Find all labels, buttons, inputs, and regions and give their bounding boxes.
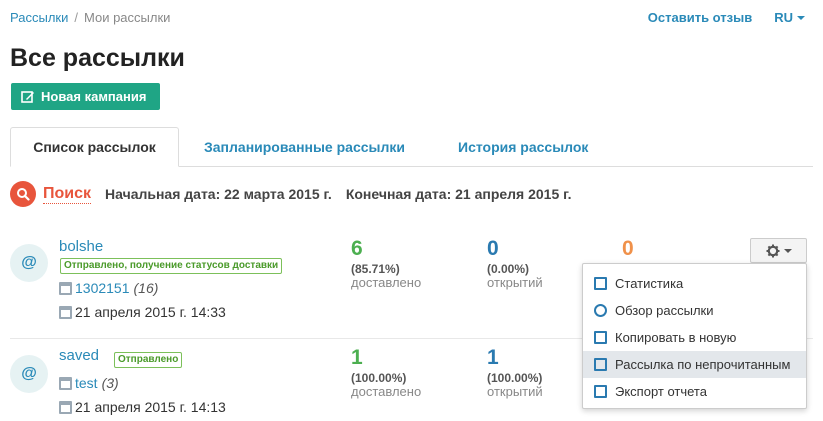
opened-stat: 1 (100.00%) открытий xyxy=(487,345,597,399)
tab-scheduled[interactable]: Запланированные рассылки xyxy=(204,127,405,167)
header-actions: Оставить отзыв RU xyxy=(648,10,805,25)
eye-icon xyxy=(594,304,607,317)
opened-pct: (100.00%) xyxy=(487,371,543,385)
gear-icon xyxy=(766,244,779,257)
breadcrumb-root-link[interactable]: Рассылки xyxy=(10,10,68,25)
language-selector[interactable]: RU xyxy=(774,10,805,25)
breadcrumb-separator: / xyxy=(74,9,78,25)
at-icon: @ xyxy=(10,355,48,393)
list-count: (16) xyxy=(133,280,159,296)
breadcrumb-current: Мои рассылки xyxy=(83,9,171,25)
menu-item-statistics[interactable]: Статистика xyxy=(583,270,806,297)
chevron-down-icon xyxy=(783,249,792,253)
status-badge: Отправлено, получение статусов доставки xyxy=(60,258,283,274)
opened-stat: 0 (0.00%) открытий xyxy=(487,236,597,290)
edit-icon xyxy=(21,90,34,103)
tab-bar: Список рассылок Запланированные рассылки… xyxy=(10,127,813,167)
page-title: Все рассылки xyxy=(10,44,185,72)
list-count: (3) xyxy=(101,375,119,391)
chart-icon xyxy=(594,277,607,290)
search-icon[interactable] xyxy=(10,181,36,207)
menu-item-overview[interactable]: Обзор рассылки xyxy=(583,297,806,324)
calendar-icon xyxy=(59,400,72,414)
delivered-pct: (85.71%) xyxy=(351,262,400,276)
third-value: 0 xyxy=(622,237,634,260)
tab-history[interactable]: История рассылок xyxy=(458,127,588,167)
menu-item-resend-unread[interactable]: Рассылка по непрочитанным xyxy=(583,351,806,378)
search-bar: Поиск Начальная дата: 22 марта 2015 г. Ко… xyxy=(10,181,571,207)
mailing-name-link[interactable]: bolshe xyxy=(59,238,103,255)
start-date: Начальная дата: 22 марта 2015 г. xyxy=(105,186,332,202)
resend-icon xyxy=(594,358,607,371)
recipient-list: 1302151 (16) xyxy=(59,280,158,296)
top-bar: Рассылки / Мои рассылки Оставить отзыв RU xyxy=(10,8,805,26)
delivered-value: 1 xyxy=(351,346,363,369)
send-date: 21 апреля 2015 г. 14:33 xyxy=(59,304,226,320)
mailing-name-link[interactable]: saved xyxy=(59,347,99,364)
send-date-text: 21 апреля 2015 г. 14:13 xyxy=(75,399,226,415)
menu-item-export[interactable]: Экспорт отчета xyxy=(583,378,806,405)
menu-item-label: Рассылка по непрочитанным xyxy=(615,357,791,372)
opened-label: открытий xyxy=(487,275,543,290)
menu-item-copy[interactable]: Копировать в новую xyxy=(583,324,806,351)
list-name-link[interactable]: test xyxy=(75,375,98,391)
actions-dropdown-button[interactable] xyxy=(750,238,807,263)
recipient-list: test (3) xyxy=(59,375,119,391)
feedback-link[interactable]: Оставить отзыв xyxy=(648,10,752,25)
search-toggle[interactable]: Поиск xyxy=(43,185,92,204)
list-name-link[interactable]: 1302151 xyxy=(75,280,130,296)
list-icon xyxy=(59,281,72,295)
menu-item-label: Экспорт отчета xyxy=(615,384,707,399)
menu-item-label: Статистика xyxy=(615,276,684,291)
delivered-label: доставлено xyxy=(351,275,422,290)
delivered-pct: (100.00%) xyxy=(351,371,407,385)
send-date-text: 21 апреля 2015 г. 14:33 xyxy=(75,304,226,320)
list-icon xyxy=(59,376,72,390)
delivered-stat: 6 (85.71%) доставлено xyxy=(351,236,461,290)
menu-item-label: Обзор рассылки xyxy=(615,303,714,318)
end-date: Конечная дата: 21 апреля 2015 г. xyxy=(345,186,572,202)
delivered-value: 6 xyxy=(351,237,363,260)
date-range: Начальная дата: 22 марта 2015 г. Конечная… xyxy=(105,186,571,202)
at-icon: @ xyxy=(10,244,48,282)
actions-menu: Статистика Обзор рассылки Копировать в н… xyxy=(582,263,807,409)
delivered-label: доставлено xyxy=(351,384,422,399)
third-stat: 0 xyxy=(622,236,662,262)
copy-icon xyxy=(594,331,607,344)
new-campaign-button[interactable]: Новая кампания xyxy=(11,83,160,110)
new-campaign-label: Новая кампания xyxy=(41,89,147,104)
chevron-down-icon xyxy=(797,15,805,20)
delivered-stat: 1 (100.00%) доставлено xyxy=(351,345,461,399)
calendar-icon xyxy=(59,305,72,319)
opened-value: 1 xyxy=(487,346,499,369)
opened-label: открытий xyxy=(487,384,543,399)
status-badge: Отправлено xyxy=(114,352,183,368)
breadcrumb: Рассылки / Мои рассылки xyxy=(10,10,170,25)
opened-pct: (0.00%) xyxy=(487,262,530,276)
opened-value: 0 xyxy=(487,237,499,260)
tab-mailing-list[interactable]: Список рассылок xyxy=(10,127,179,167)
language-label: RU xyxy=(774,9,793,25)
export-icon xyxy=(594,385,607,398)
send-date: 21 апреля 2015 г. 14:13 xyxy=(59,399,226,415)
menu-item-label: Копировать в новую xyxy=(615,330,737,345)
